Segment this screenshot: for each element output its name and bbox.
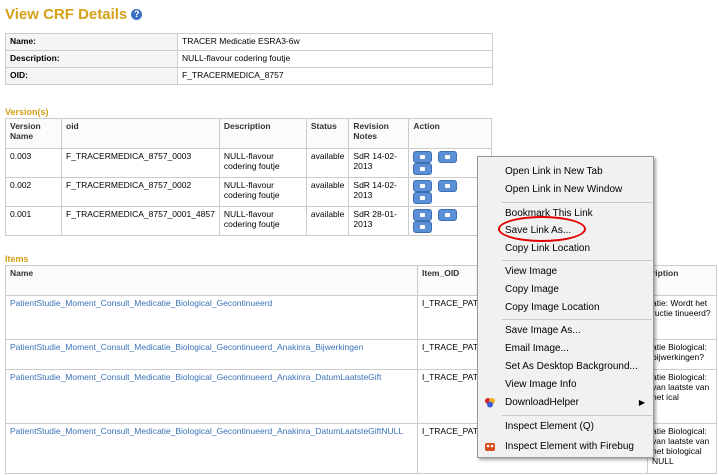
description-cell: NULL-flavour codering foutje bbox=[218, 177, 307, 207]
menu-open-new-tab[interactable]: Open Link in New Tab bbox=[478, 163, 653, 180]
item-name-cell: PatientStudie_Moment_Consult_Medicatie_B… bbox=[5, 295, 418, 340]
info-label: Name: bbox=[5, 33, 178, 51]
help-icon[interactable]: ? bbox=[131, 9, 143, 20]
col-action: Action bbox=[408, 118, 492, 149]
menu-inspect-firebug[interactable]: Inspect Element with Firebug bbox=[478, 438, 653, 455]
notes-cell: SdR 14-02-2013 bbox=[348, 148, 410, 178]
more-button[interactable] bbox=[413, 163, 433, 175]
item-name-cell: PatientStudie_Moment_Consult_Medicatie_B… bbox=[5, 339, 418, 370]
col-oid: oid bbox=[61, 118, 220, 149]
table-row: 0.003 F_TRACERMEDICA_8757_0003 NULL-flav… bbox=[5, 148, 492, 178]
menu-separator bbox=[502, 260, 652, 261]
page-title: View CRF Details? bbox=[5, 6, 143, 23]
oid-cell: F_TRACERMEDICA_8757_0003 bbox=[61, 148, 220, 178]
item-desc-cell: atie Biological: van laatste van het bio… bbox=[647, 423, 717, 474]
oid-cell: F_TRACERMEDICA_8757_0002 bbox=[61, 177, 220, 207]
status-cell: available bbox=[305, 148, 350, 178]
info-label: OID: bbox=[5, 67, 178, 85]
menu-view-image-info[interactable]: View Image Info bbox=[478, 376, 653, 393]
menu-copy-link-location[interactable]: Copy Link Location bbox=[478, 240, 653, 257]
item-link[interactable]: PatientStudie_Moment_Consult_Medicatie_B… bbox=[10, 426, 403, 436]
versions-section-label: Version(s) bbox=[5, 107, 49, 117]
item-desc-cell: atie Biological: van laatste van het ica… bbox=[647, 369, 717, 424]
info-row-name: Name: TRACER Medicatie ESRA3-6w bbox=[5, 33, 493, 51]
menu-copy-image[interactable]: Copy Image bbox=[478, 281, 653, 298]
menu-downloadhelper[interactable]: DownloadHelper ▶ bbox=[478, 394, 653, 411]
col-item-description: ription bbox=[647, 265, 717, 296]
version-cell: 0.001 bbox=[5, 206, 62, 236]
versions-header-row: Version Name oid Description Status Revi… bbox=[5, 118, 492, 149]
col-version-name: Version Name bbox=[5, 118, 62, 149]
info-label: Description: bbox=[5, 50, 178, 68]
menu-view-image[interactable]: View Image bbox=[478, 263, 653, 280]
info-value: NULL-flavour codering foutje bbox=[177, 50, 493, 68]
page-title-text: View CRF Details bbox=[5, 6, 128, 23]
firebug-icon bbox=[485, 443, 495, 451]
col-name: Name bbox=[5, 265, 418, 296]
item-link[interactable]: PatientStudie_Moment_Consult_Medicatie_B… bbox=[10, 342, 363, 352]
menu-save-image-as[interactable]: Save Image As... bbox=[478, 322, 653, 339]
item-link[interactable]: PatientStudie_Moment_Consult_Medicatie_B… bbox=[10, 298, 272, 308]
menu-separator bbox=[502, 202, 652, 203]
info-row-oid: OID: F_TRACERMEDICA_8757 bbox=[5, 67, 493, 85]
info-value: F_TRACERMEDICA_8757 bbox=[177, 67, 493, 85]
info-value: TRACER Medicatie ESRA3-6w bbox=[177, 33, 493, 51]
menu-inspect-firebug-label: Inspect Element with Firebug bbox=[505, 441, 634, 452]
status-cell: available bbox=[305, 177, 350, 207]
versions-table: Version Name oid Description Status Revi… bbox=[5, 118, 492, 236]
table-row: 0.002 F_TRACERMEDICA_8757_0002 NULL-flav… bbox=[5, 177, 492, 207]
more-button[interactable] bbox=[413, 192, 433, 204]
view-button[interactable] bbox=[413, 151, 433, 163]
table-row: 0.001 F_TRACERMEDICA_8757_0001_4857 NULL… bbox=[5, 206, 492, 236]
menu-separator bbox=[502, 319, 652, 320]
item-desc-cell: atie: Wordt het ructie tinueerd? bbox=[647, 295, 717, 340]
version-cell: 0.003 bbox=[5, 148, 62, 178]
highlight-circle bbox=[498, 216, 586, 242]
menu-inspect-element[interactable]: Inspect Element (Q) bbox=[478, 418, 653, 435]
description-cell: NULL-flavour codering foutje bbox=[218, 148, 307, 178]
description-cell: NULL-flavour codering foutje bbox=[218, 206, 307, 236]
menu-copy-image-location[interactable]: Copy Image Location bbox=[478, 299, 653, 316]
crf-info-table: Name: TRACER Medicatie ESRA3-6w Descripti… bbox=[5, 33, 493, 85]
print-button[interactable] bbox=[438, 180, 458, 192]
item-desc-cell: atie Biological: bijwerkingen? bbox=[647, 339, 717, 370]
print-button[interactable] bbox=[438, 209, 458, 221]
notes-cell: SdR 14-02-2013 bbox=[348, 177, 410, 207]
menu-email-image[interactable]: Email Image... bbox=[478, 340, 653, 357]
col-description: Description bbox=[218, 118, 307, 149]
version-cell: 0.002 bbox=[5, 177, 62, 207]
items-section-label: Items bbox=[5, 254, 29, 264]
oid-cell: F_TRACERMEDICA_8757_0001_4857 bbox=[61, 206, 220, 236]
view-button[interactable] bbox=[413, 180, 433, 192]
status-cell: available bbox=[305, 206, 350, 236]
more-button[interactable] bbox=[413, 221, 433, 233]
notes-cell: SdR 28-01-2013 bbox=[348, 206, 410, 236]
menu-separator bbox=[502, 415, 652, 416]
submenu-arrow-icon: ▶ bbox=[638, 398, 645, 407]
downloadhelper-icon bbox=[485, 398, 495, 408]
item-link[interactable]: PatientStudie_Moment_Consult_Medicatie_B… bbox=[10, 372, 381, 382]
info-row-description: Description: NULL-flavour codering foutje bbox=[5, 50, 493, 68]
col-revision-notes: Revision Notes bbox=[348, 118, 410, 149]
item-name-cell: PatientStudie_Moment_Consult_Medicatie_B… bbox=[5, 423, 418, 474]
context-menu: Open Link in New Tab Open Link in New Wi… bbox=[477, 156, 654, 458]
menu-open-new-window[interactable]: Open Link in New Window bbox=[478, 181, 653, 198]
item-name-cell: PatientStudie_Moment_Consult_Medicatie_B… bbox=[5, 369, 418, 424]
menu-downloadhelper-label: DownloadHelper bbox=[505, 397, 579, 408]
col-status: Status bbox=[305, 118, 350, 149]
menu-set-desktop-background[interactable]: Set As Desktop Background... bbox=[478, 358, 653, 375]
print-button[interactable] bbox=[438, 151, 458, 163]
view-button[interactable] bbox=[413, 209, 433, 221]
